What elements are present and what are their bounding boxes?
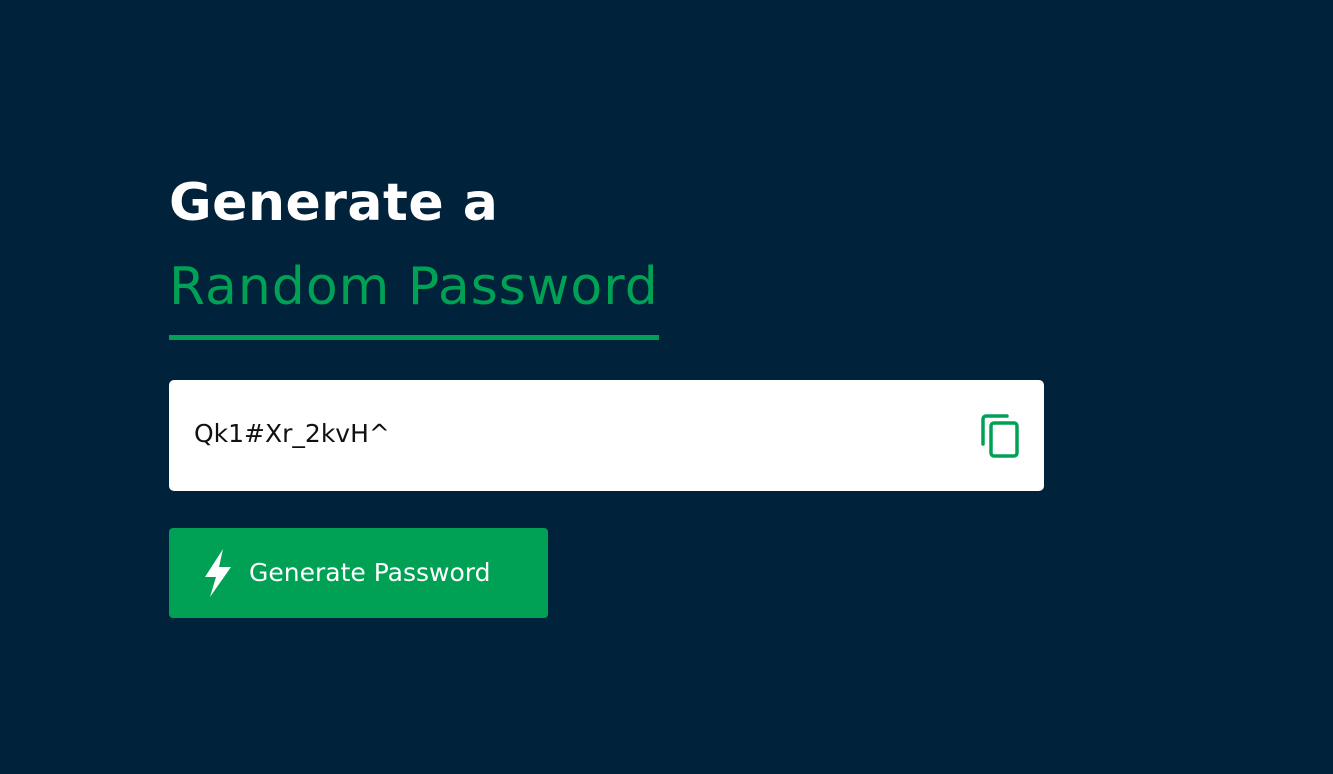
page-subtitle-wrapper: Random Password xyxy=(169,254,659,340)
generate-password-button[interactable]: Generate Password xyxy=(169,528,548,618)
generate-password-button-label: Generate Password xyxy=(249,557,491,587)
password-output-field[interactable] xyxy=(194,419,980,448)
copy-icon[interactable] xyxy=(980,413,1020,459)
password-field-container xyxy=(169,380,1044,491)
copy-icon-graphic xyxy=(981,413,1019,458)
page-title: Generate a xyxy=(169,173,499,233)
page-subtitle: Random Password xyxy=(169,254,659,340)
lightning-bolt-icon xyxy=(201,547,235,599)
